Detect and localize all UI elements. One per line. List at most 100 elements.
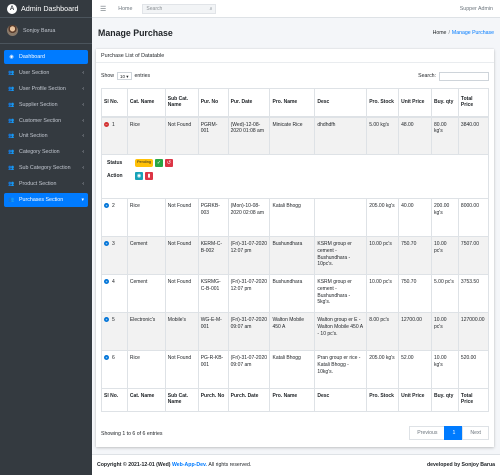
page-length-select[interactable]: 10 ▾	[116, 72, 132, 80]
table-cell: 7507.00	[457, 236, 490, 275]
breadcrumb-current: Manage Purchase	[451, 30, 494, 36]
table-cell: PG-R-KB-001	[197, 350, 229, 389]
table-cell: 10.00 pc's	[431, 236, 459, 275]
table-controls: Show 10 ▾ entries Search:	[101, 71, 489, 81]
table-row[interactable]: +5 Electronic's Mobile's WG-E-M-001 (Fri)-31…	[101, 312, 490, 351]
delete-button[interactable]: ▮	[145, 172, 153, 181]
column-header[interactable]: Pro. Name	[269, 88, 316, 118]
column-header[interactable]: Unit Price	[398, 88, 432, 118]
table-cell: 48.00	[398, 116, 432, 155]
sidebar-item-label: Category Section	[19, 149, 60, 156]
expand-row-icon[interactable]: +	[104, 203, 109, 209]
footer-link[interactable]: Web-App-Dev.	[172, 462, 207, 468]
chevron-left-icon: ‹	[82, 133, 84, 140]
sidebar-item-purchases-section[interactable]: 👥 Purchases Section ▾	[4, 193, 88, 208]
table-cell: Not Found	[164, 236, 199, 275]
chevron-down-icon: ▾	[81, 197, 84, 204]
column-header[interactable]: Sl No.	[101, 88, 128, 118]
table-cell: Bushundhara	[269, 236, 316, 275]
breadcrumb: Home / Manage Purchase	[433, 30, 494, 36]
expand-row-icon[interactable]: +	[104, 317, 109, 323]
column-header[interactable]: Buy. qty	[431, 88, 459, 118]
chevron-left-icon: ‹	[82, 181, 84, 188]
expand-row-icon[interactable]: +	[104, 241, 109, 247]
column-header[interactable]: Pur. Date	[227, 88, 271, 118]
table-cell: 40.00	[398, 198, 432, 237]
table-cell: (Fri)-31-07-2020 12:07 pm	[227, 236, 271, 275]
collapse-row-icon[interactable]: −	[104, 121, 109, 127]
sidebar-item-user-section[interactable]: 👥 User Section ‹	[4, 66, 88, 80]
table-cell: 127000.00	[457, 312, 490, 351]
sidebar-item-unit-section[interactable]: 👥 Unit Section ‹	[4, 129, 88, 143]
reject-button[interactable]: ↺	[164, 159, 173, 167]
table-row[interactable]: +4 Cement Not Found KSRMG-C-B-001 (Fri)-31-0…	[101, 274, 490, 313]
table-cell	[314, 198, 368, 237]
sidebar-item-label: User Profile Section	[19, 85, 66, 92]
admin-menu[interactable]: Supper Admin	[460, 6, 493, 12]
sidebar-item-customer-section[interactable]: 👥 Customer Section ‹	[4, 114, 88, 128]
table-cell: Electronic's	[126, 312, 166, 351]
table-search-input[interactable]	[439, 71, 489, 81]
breadcrumb-home[interactable]: Home	[433, 30, 447, 36]
column-footer: Purch. Date	[227, 388, 271, 412]
sidebar-item-category-section[interactable]: 👥 Category Section ‹	[4, 145, 88, 159]
user-panel[interactable]: Sonjoy Barua	[0, 18, 92, 44]
table-row[interactable]: −1 Rice Not Found PGRM-001 (Wed)-12-08-2020 …	[101, 116, 490, 155]
action-label: Action	[107, 172, 123, 179]
column-header[interactable]: Cat. Name	[126, 88, 166, 118]
table-cell: 12700.00	[398, 312, 432, 351]
status-label: Status	[107, 159, 123, 166]
table-row[interactable]: +3 Cement Not Found KERM-C-B-002 (Fri)-31-07…	[101, 236, 490, 275]
action-group: ◉ ▮	[135, 172, 486, 181]
sidebar-nav: ◉ Dashboard 👥 User Section ‹ 👥 User Prof…	[0, 44, 92, 208]
sidebar-item-user-profile-section[interactable]: 👥 User Profile Section ‹	[4, 82, 88, 96]
table-cell: (Fri)-31-07-2020 09:07 am	[227, 350, 271, 389]
column-header[interactable]: Desc	[314, 88, 368, 118]
column-header[interactable]: Pur. No	[197, 88, 229, 118]
menu-toggle-icon[interactable]: ☰	[100, 5, 106, 13]
chevron-left-icon: ‹	[82, 149, 84, 156]
sidebar-item-supplier-section[interactable]: 👥 Supplier Section ‹	[4, 98, 88, 112]
row-number-cell: +2	[101, 198, 128, 237]
table-cell: 3753.50	[457, 274, 490, 313]
sidebar-item-sub-category-section[interactable]: 👥 Sub Category Section ‹	[4, 161, 88, 175]
view-button[interactable]: ◉	[135, 172, 143, 181]
table-cell: Bushundhara	[269, 274, 316, 313]
table-cell: Not Found	[164, 198, 199, 237]
table-cell: 52.00	[398, 350, 432, 389]
status-group: Pending ✓ ↺	[135, 159, 486, 167]
table-cell: Rice	[126, 116, 166, 155]
sidebar-item-dashboard[interactable]: ◉ Dashboard	[4, 50, 88, 64]
approve-button[interactable]: ✓	[154, 159, 163, 167]
pagination-page-1[interactable]: 1	[444, 426, 464, 440]
brand-logo-icon: A	[7, 3, 17, 14]
column-footer: Sub Cat. Name	[164, 388, 199, 412]
entries-label: entries	[134, 73, 151, 79]
eye-icon: ◉	[136, 173, 142, 180]
table-cell: (Mon)-10-08-2020 02:08 am	[227, 198, 271, 237]
sidebar-item-label: Unit Section	[19, 133, 48, 140]
row-number-cell: +6	[101, 350, 128, 389]
table-row[interactable]: +2 Rice Not Found PGRKB-003 (Mon)-10-08-2020…	[101, 198, 490, 237]
pagination-next[interactable]: Next	[462, 426, 489, 440]
brand[interactable]: A Admin Dashboard	[0, 0, 92, 18]
child-details: Status Pending ✓ ↺ Action ◉ ▮	[104, 159, 486, 181]
table-row[interactable]: +6 Rice Not Found PG-R-KB-001 (Fri)-31-07-20…	[101, 350, 490, 389]
users-icon: 👥	[8, 69, 15, 76]
table-search-label: Search:	[418, 73, 436, 79]
table-cell: Pran group er rice - Katali Bhogg - 10kg…	[314, 350, 368, 389]
topbar-home-link[interactable]: Home	[118, 6, 132, 12]
search-icon[interactable]: ⌕	[210, 6, 213, 12]
column-header[interactable]: Sub Cat. Name	[164, 88, 199, 118]
column-header[interactable]: Pro. Stock	[366, 88, 400, 118]
column-header[interactable]: Total Price	[457, 88, 490, 118]
footer: Copyright © 2021-12-01 (Wed) Web-App-Dev…	[92, 454, 500, 475]
column-footer: Purch. No	[197, 388, 229, 412]
search-input[interactable]: Search ⌕	[142, 3, 217, 14]
expand-row-icon[interactable]: +	[104, 279, 109, 285]
expand-row-icon[interactable]: +	[104, 355, 109, 361]
pagination-previous[interactable]: Previous	[409, 426, 446, 440]
purchase-card: Purchase List of Datatable Show 10 ▾ ent…	[96, 49, 494, 447]
table-cell-text: 6	[112, 355, 115, 361]
sidebar-item-product-section[interactable]: 👥 Product Section ‹	[4, 177, 88, 191]
